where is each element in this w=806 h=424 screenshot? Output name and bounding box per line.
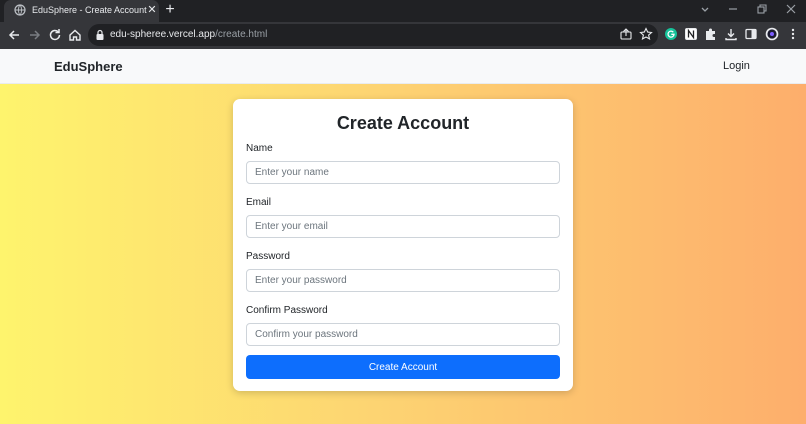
lock-icon[interactable] (95, 29, 105, 41)
restore-icon[interactable] (755, 2, 769, 16)
side-panel-icon[interactable] (744, 27, 758, 41)
create-account-button[interactable]: Create Account (246, 355, 560, 379)
share-icon[interactable] (619, 27, 633, 41)
brand-logo[interactable]: EduSphere (54, 59, 123, 74)
globe-icon (14, 4, 26, 16)
close-tab-icon[interactable]: ✕ (145, 3, 159, 17)
minimize-icon[interactable] (726, 2, 740, 16)
back-arrow-icon[interactable] (6, 27, 22, 43)
home-icon[interactable] (67, 27, 83, 43)
download-icon[interactable] (724, 27, 738, 41)
login-link[interactable]: Login (723, 60, 750, 72)
name-label: Name (246, 143, 273, 154)
forward-arrow-icon[interactable] (27, 27, 43, 43)
profile-avatar-icon[interactable] (765, 27, 779, 41)
new-tab-button[interactable]: + (162, 2, 178, 18)
puzzle-extensions-icon[interactable] (704, 27, 718, 41)
password-label: Password (246, 251, 290, 262)
url-host: edu-spheree.vercel.app (110, 29, 216, 40)
reload-icon[interactable] (47, 27, 63, 43)
email-input[interactable] (246, 215, 560, 238)
create-account-card: Create Account Name Email Password Confi… (233, 99, 573, 391)
tab-strip: EduSphere - Create Account ✕ + (0, 0, 806, 22)
confirm-password-label: Confirm Password (246, 305, 328, 316)
password-input[interactable] (246, 269, 560, 292)
grammarly-extension-icon[interactable] (664, 27, 678, 41)
close-window-icon[interactable] (784, 2, 798, 16)
browser-tab[interactable]: EduSphere - Create Account ✕ (4, 0, 159, 22)
name-input[interactable] (246, 161, 560, 184)
tab-title: EduSphere - Create Account (32, 5, 147, 15)
confirm-password-input[interactable] (246, 323, 560, 346)
more-menu-icon[interactable] (786, 27, 800, 41)
site-navbar: EduSphere Login (0, 49, 806, 84)
tab-search-icon[interactable] (698, 2, 712, 16)
url-text[interactable]: edu-spheree.vercel.app/create.html (110, 29, 267, 40)
notion-extension-icon[interactable] (684, 27, 698, 41)
bookmark-star-icon[interactable] (639, 27, 653, 41)
page-background: EduSphere Login Create Account Name Emai… (0, 49, 806, 424)
email-label: Email (246, 197, 272, 208)
url-path: /create.html (215, 29, 268, 40)
page-title: Create Account (336, 113, 470, 133)
